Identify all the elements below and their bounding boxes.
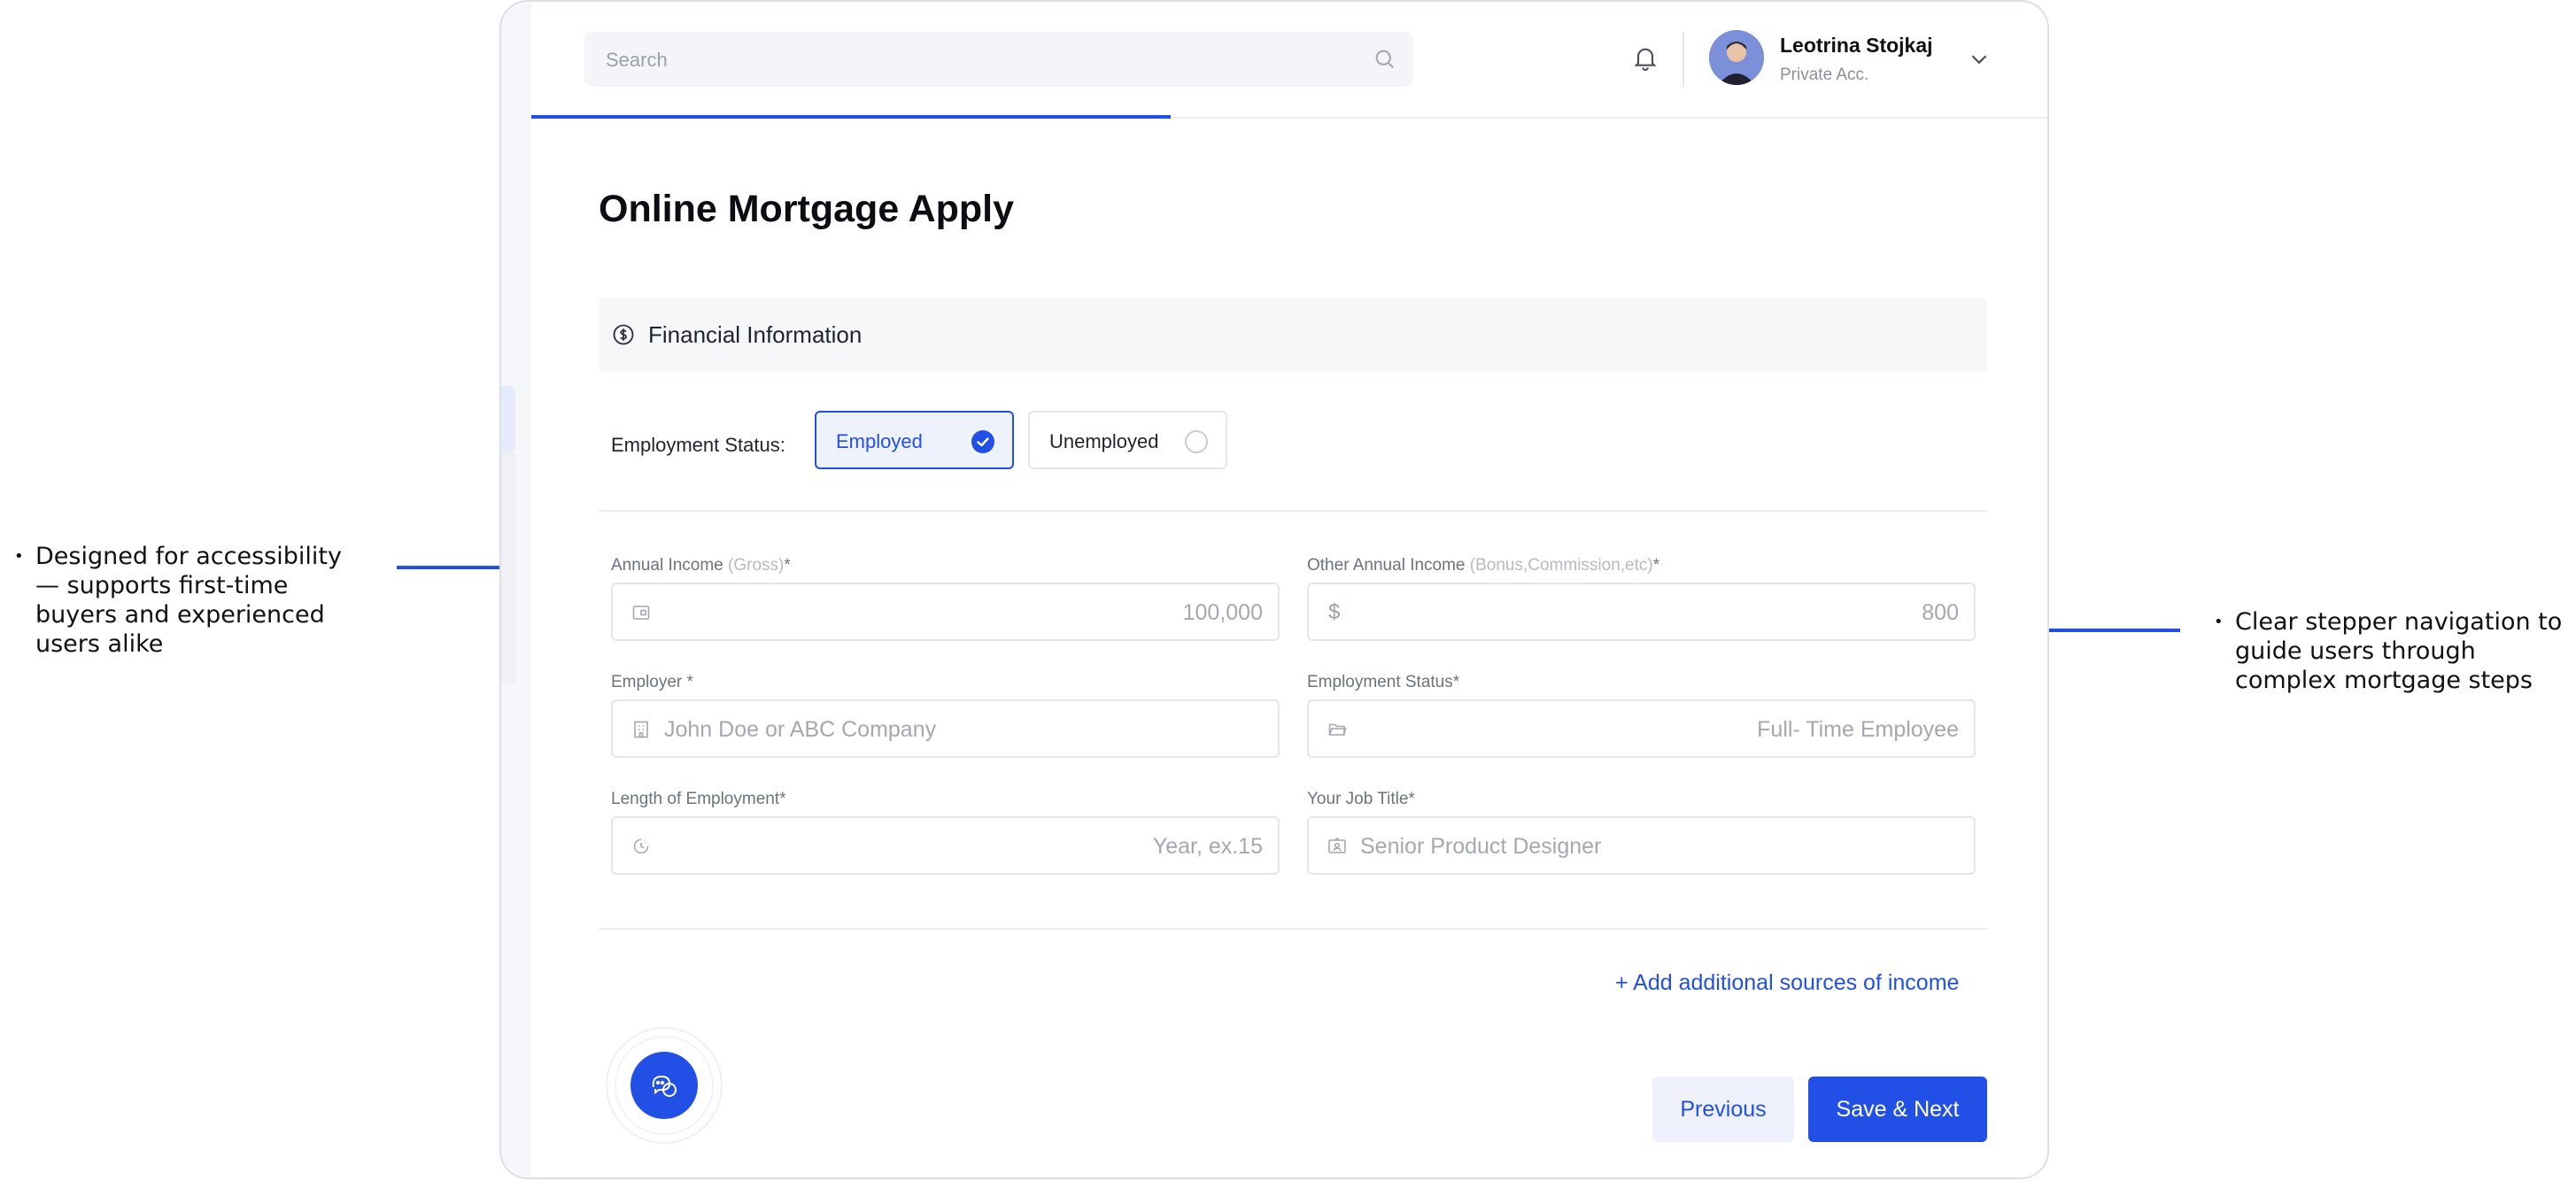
search-bar bbox=[584, 32, 1413, 89]
bell-icon[interactable] bbox=[1631, 42, 1659, 73]
previous-button[interactable]: Previous bbox=[1652, 1077, 1794, 1142]
bullet: • bbox=[14, 547, 24, 566]
user-name: Leotrina Stojkaj bbox=[1780, 34, 1933, 57]
length-of-employment-field bbox=[611, 816, 1280, 875]
avatar-image bbox=[1709, 30, 1764, 85]
option-unemployed-label: Unemployed bbox=[1049, 430, 1159, 452]
avatar[interactable] bbox=[1709, 30, 1764, 85]
annotation-left-text: Designed for accessibility — supports fi… bbox=[35, 543, 342, 658]
annotation-right-line bbox=[2028, 629, 2180, 632]
option-employed[interactable]: Employed bbox=[815, 411, 1014, 469]
divider bbox=[1683, 32, 1684, 87]
search-icon[interactable] bbox=[1373, 47, 1397, 72]
employer-input[interactable] bbox=[662, 701, 1261, 758]
section-header: Financial Information bbox=[599, 297, 1987, 372]
chevron-down-icon[interactable] bbox=[1966, 46, 1992, 73]
add-income-link[interactable]: + Add additional sources of income bbox=[1615, 970, 1959, 996]
other-income-label: Other Annual Income (Bonus,Commission,et… bbox=[1307, 556, 1659, 575]
other-income-label-text: Other Annual Income bbox=[1307, 556, 1466, 575]
option-unemployed[interactable]: Unemployed bbox=[1028, 411, 1227, 469]
currency-symbol: $ bbox=[1328, 600, 1341, 624]
sidebar-active-item[interactable] bbox=[501, 386, 515, 453]
wallet-icon bbox=[632, 606, 650, 620]
account-type: Private Acc. bbox=[1780, 66, 1869, 84]
divider bbox=[599, 928, 1987, 930]
annual-income-label-text: Annual Income bbox=[611, 556, 723, 575]
job-title-label: Your Job Title* bbox=[1307, 790, 1415, 808]
section-title: Financial Information bbox=[648, 321, 863, 348]
other-income-input[interactable] bbox=[1362, 584, 1961, 641]
sidebar bbox=[501, 2, 531, 1177]
annotation-right: • Clear stepper navigation to guide user… bbox=[2214, 607, 2568, 695]
employment-status-field bbox=[1307, 699, 1976, 758]
annotation-left: • Designed for accessibility — supports … bbox=[14, 542, 368, 659]
employer-label: Employer * bbox=[611, 673, 693, 691]
app-window: Leotrina Stojkaj Private Acc. Online Mor… bbox=[499, 0, 2049, 1179]
divider bbox=[599, 510, 1987, 512]
length-of-employment-label: Length of Employment* bbox=[611, 790, 786, 808]
search-input[interactable] bbox=[604, 32, 1334, 89]
check-icon bbox=[971, 430, 994, 453]
other-income-field: $ bbox=[1307, 583, 1976, 641]
annual-income-field bbox=[611, 583, 1280, 641]
bullet: • bbox=[2214, 613, 2224, 631]
radio-icon[interactable] bbox=[1185, 430, 1208, 453]
dollar-circle-icon bbox=[613, 324, 634, 345]
employment-status-input[interactable] bbox=[1362, 701, 1961, 758]
sidebar-section bbox=[501, 453, 515, 683]
clock-icon bbox=[633, 838, 649, 854]
employment-status-field-label: Employment Status* bbox=[1307, 673, 1460, 691]
option-employed-label: Employed bbox=[836, 430, 923, 452]
length-of-employment-input[interactable] bbox=[666, 818, 1265, 875]
required-mark: * bbox=[1652, 556, 1660, 575]
annotation-right-text: Clear stepper navigation to guide users … bbox=[2235, 608, 2563, 694]
stepper-progress-bar bbox=[531, 115, 1171, 119]
save-next-button[interactable]: Save & Next bbox=[1808, 1077, 1987, 1142]
folder-icon bbox=[1328, 723, 1347, 736]
annual-income-label: Annual Income (Gross)* bbox=[611, 556, 791, 575]
other-income-hint: (Bonus,Commission,etc) bbox=[1469, 556, 1653, 575]
id-card-icon bbox=[1328, 838, 1346, 853]
top-bar: Leotrina Stojkaj Private Acc. bbox=[531, 2, 2047, 119]
employment-status-label: Employment Status: bbox=[611, 434, 785, 456]
chat-button[interactable] bbox=[630, 1052, 698, 1119]
annual-income-hint: (Gross) bbox=[728, 556, 785, 575]
required-mark: * bbox=[784, 556, 791, 575]
chat-icon bbox=[652, 1075, 677, 1097]
employer-field bbox=[611, 699, 1280, 758]
building-icon bbox=[634, 721, 648, 738]
annual-income-input[interactable] bbox=[666, 584, 1265, 641]
page-title: Online Mortgage Apply bbox=[599, 188, 1015, 230]
job-title-field bbox=[1307, 816, 1976, 875]
job-title-input[interactable] bbox=[1358, 818, 1957, 875]
